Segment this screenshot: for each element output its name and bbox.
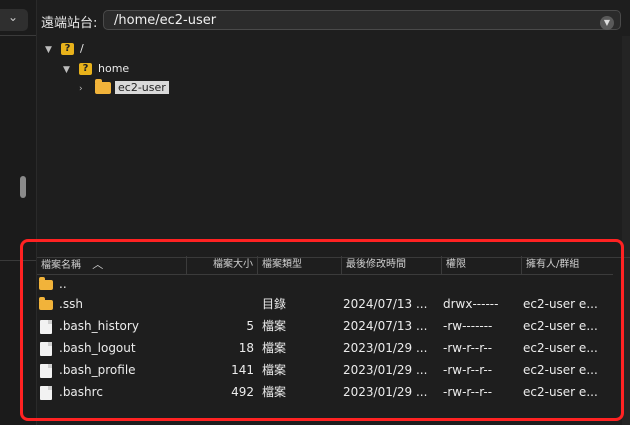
- chevron-down-icon[interactable]: ▼: [63, 61, 73, 79]
- file-owner: ec2-user e...: [523, 297, 598, 311]
- file-size: [187, 294, 254, 314]
- file-name: .ssh: [59, 297, 83, 311]
- file-modified: 2024/07/13 ...: [343, 319, 428, 333]
- file-modified: 2024/07/13 ...: [343, 297, 428, 311]
- remote-file-list: 檔案名稱 ︿ 檔案大小 檔案類型 最後修改時間 權限 擁有人/群組 .. .ss…: [37, 254, 613, 414]
- question-folder-icon: ?: [61, 43, 74, 55]
- file-type: 目錄: [262, 297, 287, 311]
- file-name: .bashrc: [59, 385, 103, 399]
- file-modified: 2023/01/29 ...: [343, 341, 428, 355]
- file-owner: ec2-user e...: [523, 385, 598, 399]
- row-icon: [40, 382, 52, 402]
- file-owner: ec2-user e...: [523, 341, 598, 355]
- file-permissions: -rw-------: [443, 319, 493, 333]
- local-pane-strip: ⌄: [0, 0, 37, 425]
- column-header-permissions[interactable]: 權限: [442, 256, 522, 274]
- file-name: .bash_history: [59, 319, 139, 333]
- tree-node-root[interactable]: ▼? /: [45, 40, 84, 58]
- file-modified: 2023/01/29 ...: [343, 385, 428, 399]
- file-permissions: drwx------: [443, 297, 499, 311]
- chevron-right-icon[interactable]: ›: [79, 80, 89, 98]
- remote-path-value: /home/ec2-user: [114, 13, 217, 28]
- file-type: 檔案: [262, 319, 287, 333]
- file-modified: 2023/01/29 ...: [343, 363, 428, 377]
- list-item[interactable]: .bash_logout 18 檔案 2023/01/29 ... -rw-r-…: [37, 338, 613, 358]
- divider: [0, 260, 36, 261]
- file-permissions: -rw-r--r--: [443, 341, 493, 355]
- column-header-modified[interactable]: 最後修改時間: [342, 256, 442, 274]
- column-header-size[interactable]: 檔案大小: [187, 256, 258, 274]
- file-type: 檔案: [262, 385, 287, 399]
- file-permissions: -rw-r--r--: [443, 363, 493, 377]
- question-folder-icon: ?: [79, 63, 92, 75]
- tree-node-home[interactable]: ▼? home: [63, 60, 129, 78]
- tree-node-label: /: [80, 42, 84, 55]
- list-item[interactable]: .ssh 目錄 2024/07/13 ... drwx------ ec2-us…: [37, 294, 613, 314]
- tree-node-label: ec2-user: [115, 81, 169, 94]
- folder-icon: [95, 79, 111, 94]
- list-item[interactable]: .bash_profile 141 檔案 2023/01/29 ... -rw-…: [37, 360, 613, 380]
- chevron-down-icon[interactable]: ⌄: [8, 10, 18, 24]
- divider: [0, 35, 36, 36]
- remote-site-bar: 遠端站台: /home/ec2-user ▼: [37, 6, 627, 34]
- file-icon: [40, 341, 52, 356]
- row-icon: [40, 360, 52, 380]
- row-icon: [39, 274, 53, 294]
- folder-icon: [39, 276, 53, 290]
- file-owner: ec2-user e...: [523, 319, 598, 333]
- file-type: 檔案: [262, 363, 287, 377]
- list-item[interactable]: .bash_history 5 檔案 2024/07/13 ... -rw---…: [37, 316, 613, 336]
- chevron-down-icon[interactable]: ▼: [600, 16, 614, 30]
- row-icon: [39, 294, 53, 314]
- file-size: 5: [246, 319, 254, 333]
- column-header-label: 檔案名稱: [41, 260, 81, 271]
- file-owner: ec2-user e...: [523, 363, 598, 377]
- remote-scrollbar[interactable]: [622, 36, 630, 425]
- file-permissions: -rw-r--r--: [443, 385, 493, 399]
- file-name: .bash_profile: [59, 363, 136, 377]
- remote-site-label: 遠端站台:: [41, 16, 98, 31]
- file-name: .bash_logout: [59, 341, 136, 355]
- list-item[interactable]: .bashrc 492 檔案 2023/01/29 ... -rw-r--r--…: [37, 382, 613, 402]
- row-icon: [40, 316, 52, 336]
- tree-node-label: home: [98, 62, 130, 75]
- column-header-type[interactable]: 檔案類型: [258, 256, 342, 274]
- list-item[interactable]: ..: [37, 274, 613, 294]
- sort-ascending-icon: ︿: [92, 258, 104, 271]
- file-icon: [40, 363, 52, 378]
- remote-directory-tree: ▼? / ▼? home › ec2-user: [37, 36, 630, 258]
- file-size: 492: [231, 385, 254, 399]
- tree-node-ec2-user[interactable]: › ec2-user: [79, 79, 169, 97]
- file-type: 檔案: [262, 341, 287, 355]
- column-header-name[interactable]: 檔案名稱 ︿: [37, 256, 187, 274]
- folder-icon: [39, 296, 53, 310]
- file-list-header: 檔案名稱 ︿ 檔案大小 檔案類型 最後修改時間 權限 擁有人/群組: [37, 256, 613, 275]
- file-name: ..: [59, 277, 67, 291]
- column-header-owner[interactable]: 擁有人/群組: [522, 256, 613, 274]
- remote-path-input[interactable]: /home/ec2-user ▼: [103, 10, 621, 30]
- file-icon: [40, 319, 52, 334]
- file-size: 18: [238, 341, 254, 355]
- file-size: 141: [231, 363, 254, 377]
- local-scrollbar[interactable]: [20, 176, 26, 198]
- chevron-down-icon[interactable]: ▼: [45, 41, 55, 59]
- file-icon: [40, 385, 52, 400]
- row-icon: [40, 338, 52, 358]
